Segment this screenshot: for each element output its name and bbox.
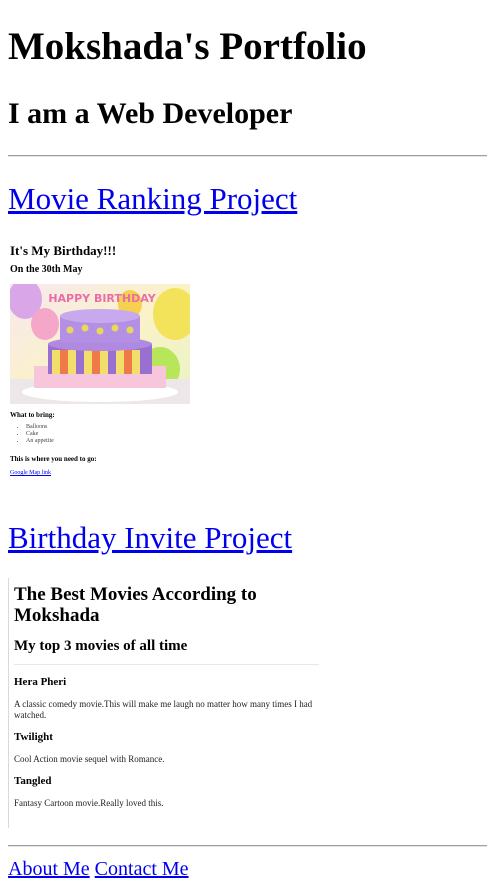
movie-description: A classic comedy movie.This will make me…	[14, 699, 313, 720]
movie-title: Tangled	[14, 775, 52, 787]
divider-bottom	[8, 845, 487, 847]
birthday-invite-project-link[interactable]: Birthday Invite Project	[8, 520, 292, 555]
movie-title: Twilight	[14, 731, 53, 743]
divider-top	[8, 155, 487, 157]
footer-nav: About Me Contact Me	[8, 857, 189, 881]
movies-heading: The Best Movies According to Mokshada	[14, 584, 257, 626]
bring-item: Balloons	[26, 424, 54, 431]
movie-description: Fantasy Cartoon movie.Really loved this.	[14, 798, 164, 808]
movie-ranking-project-link[interactable]: Movie Ranking Project	[8, 181, 297, 216]
cake-topper-text: HAPPY BIRTHDAY	[48, 292, 156, 305]
birthday-date: On the 30th May	[10, 264, 83, 275]
movies-divider	[14, 664, 319, 665]
birthday-invite-preview: It's My Birthday!!! On the 30th May HAPP…	[10, 238, 310, 488]
movie-ranking-preview: The Best Movies According to Mokshada My…	[8, 578, 319, 828]
page-title: Mokshada's Portfolio	[8, 25, 367, 68]
birthday-heading: It's My Birthday!!!	[10, 243, 117, 258]
project-heading-movie-ranking: Movie Ranking Project	[8, 181, 297, 217]
bring-item: Cake	[26, 431, 54, 438]
bring-item: An appetite	[26, 438, 54, 445]
movies-subheading: My top 3 movies of all time	[14, 638, 188, 654]
bring-label: What to bring:	[10, 411, 55, 419]
page-subtitle: I am a Web Developer	[8, 97, 293, 130]
google-map-link[interactable]: Google Map link	[10, 470, 51, 476]
project-heading-birthday-invite: Birthday Invite Project	[8, 520, 292, 556]
birthday-cake-image: HAPPY BIRTHDAY	[10, 284, 190, 404]
movie-title: Hera Pheri	[14, 676, 67, 688]
where-label: This is where you need to go:	[10, 455, 97, 463]
about-me-link[interactable]: About Me	[8, 858, 90, 880]
bring-list: Balloons Cake An appetite	[10, 424, 54, 445]
contact-me-link[interactable]: Contact Me	[95, 858, 189, 880]
movie-description: Cool Action movie sequel with Romance.	[14, 754, 165, 764]
